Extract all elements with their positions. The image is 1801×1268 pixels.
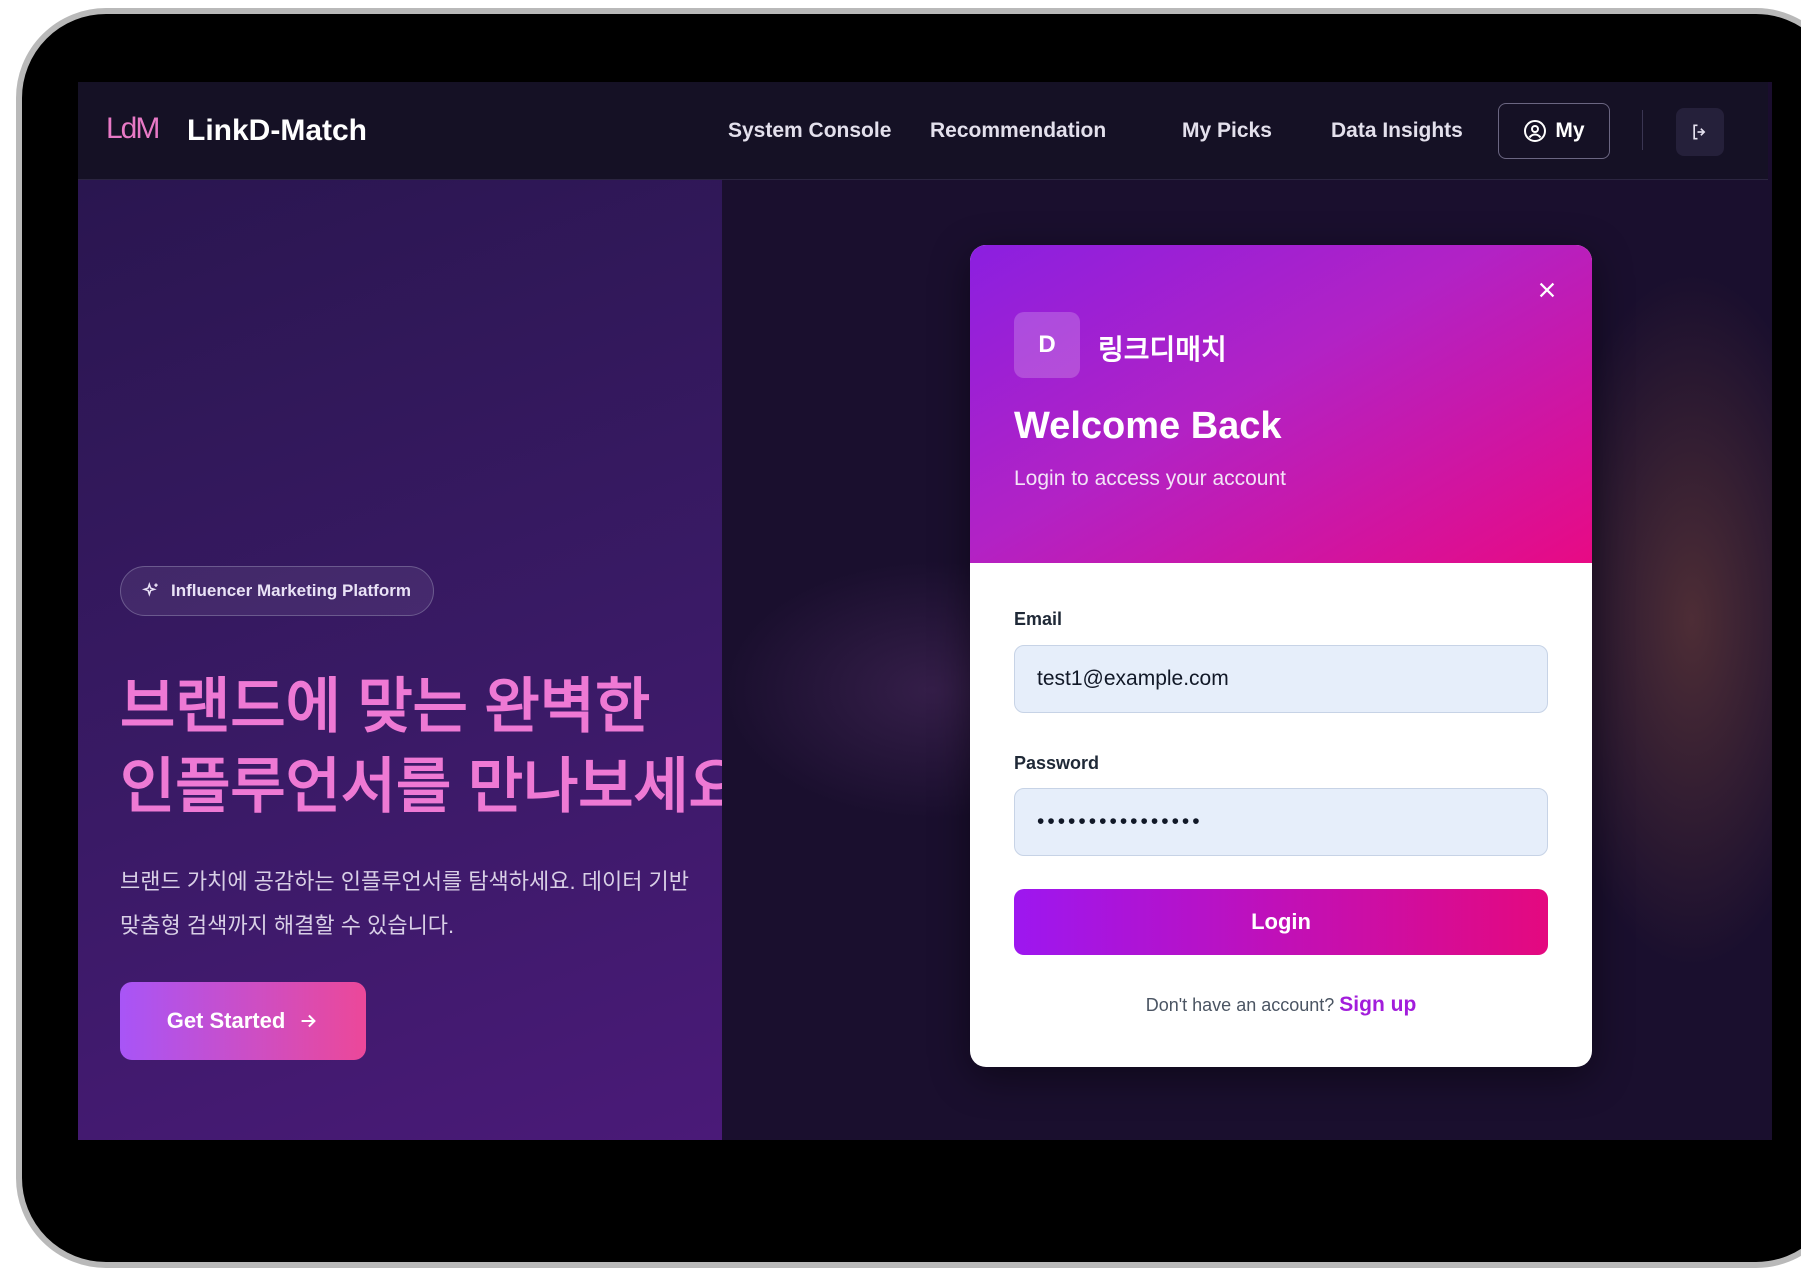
badge-label: Influencer Marketing Platform [171, 581, 411, 600]
email-label: Email [1014, 609, 1063, 629]
sparkles-icon [141, 581, 158, 597]
brand-avatar: D [1014, 312, 1080, 378]
logo-icon: LdM [106, 112, 160, 145]
nav-link-system-console[interactable]: System Console [728, 119, 891, 143]
platform-badge: Influencer Marketing Platform [120, 566, 434, 616]
get-started-label: Get Started [166, 1008, 286, 1033]
hero-headline: 브랜드에 맞는 완벽한 인플루언서를 만나보세요 [120, 667, 722, 827]
nav-link-my-picks[interactable]: My Picks [1182, 119, 1272, 143]
modal-header: D 링크디매치 Welcome Back Login to access you… [970, 245, 1592, 563]
nav-divider [1642, 110, 1643, 150]
login-button[interactable]: Login [1014, 889, 1548, 955]
get-started-button[interactable]: Get Started [120, 982, 366, 1060]
nav-link-data-insights[interactable]: Data Insights [1331, 119, 1463, 143]
close-icon[interactable] [1536, 279, 1558, 301]
my-account-label: My [1555, 119, 1585, 142]
email-field[interactable] [1014, 645, 1548, 713]
app-screen: LdM LinkD-Match System Console Recommend… [78, 82, 1772, 1140]
password-field[interactable] [1014, 788, 1548, 856]
my-account-button[interactable]: My [1498, 103, 1610, 159]
brand-name: 링크디매치 [1098, 334, 1227, 365]
nav-link-recommendation[interactable]: Recommendation [930, 119, 1106, 143]
headline-line-1: 브랜드에 맞는 완벽한 [120, 673, 651, 740]
signup-prompt: Don't have an account? Sign up [970, 993, 1592, 1017]
modal-subtitle: Login to access your account [1014, 467, 1286, 490]
user-circle-icon [1524, 120, 1547, 142]
signup-prompt-text: Don't have an account? [1145, 995, 1335, 1015]
modal-title: Welcome Back [1014, 405, 1282, 447]
description-line-2: 맞춤형 검색까지 해결할 수 있습니다. [120, 913, 455, 938]
logout-icon [1693, 124, 1706, 140]
description-line-1: 브랜드 가치에 공감하는 인플루언서를 탐색하세요. 데이터 기반 [120, 869, 690, 894]
password-label: Password [1014, 753, 1100, 773]
app-name[interactable]: LinkD-Match [187, 114, 367, 148]
login-modal: D 링크디매치 Welcome Back Login to access you… [970, 245, 1592, 1067]
top-navbar: LdM LinkD-Match System Console Recommend… [78, 82, 1768, 180]
hero-description: 브랜드 가치에 공감하는 인플루언서를 탐색하세요. 데이터 기반 맞춤형 검색… [120, 860, 722, 948]
headline-line-2: 인플루언서를 만나보세요 [120, 753, 722, 820]
arrow-right-icon [301, 1014, 317, 1028]
logout-button[interactable] [1676, 108, 1724, 156]
signup-link[interactable]: Sign up [1339, 993, 1416, 1016]
hero-content: Influencer Marketing Platform 브랜드에 맞는 완벽… [78, 180, 722, 1140]
